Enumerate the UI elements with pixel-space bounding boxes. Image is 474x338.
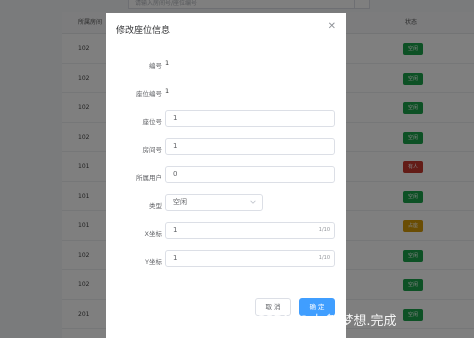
owner-label: 所属用户 — [136, 174, 162, 182]
y-coord-counter: 1/10 — [318, 255, 330, 261]
seat-no-input[interactable]: 1 — [165, 110, 335, 127]
close-icon[interactable]: ✕ — [328, 21, 336, 32]
x-coord-label: X坐标 — [144, 230, 162, 238]
seat-no-value: 1 — [173, 114, 178, 122]
type-value: 空闲 — [173, 198, 187, 206]
y-coord-label: Y坐标 — [145, 258, 162, 266]
room-no-value: 1 — [173, 142, 178, 150]
y-coord-value: 1 — [173, 254, 178, 262]
type-label: 类型 — [149, 202, 162, 210]
x-coord-counter: 1/10 — [318, 227, 330, 233]
type-select[interactable]: 空闲 — [165, 194, 263, 211]
seat-code-value: 1 — [165, 87, 170, 95]
owner-input[interactable]: 0 — [165, 166, 335, 183]
edit-seat-dialog: 修改座位信息 ✕ 编号 1 座位编号 1 座位号 1 房间号 1 所属用户 0 … — [106, 13, 346, 338]
id-value: 1 — [165, 59, 170, 67]
owner-value: 0 — [173, 170, 178, 178]
y-coord-input[interactable]: 1 1/10 — [165, 250, 335, 267]
seat-code-label: 座位编号 — [136, 90, 162, 98]
room-no-label: 房间号 — [142, 146, 163, 154]
x-coord-value: 1 — [173, 226, 178, 234]
seat-no-label: 座位号 — [142, 118, 163, 126]
dialog-title: 修改座位信息 — [116, 26, 171, 36]
id-label: 编号 — [149, 62, 162, 70]
room-no-input[interactable]: 1 — [165, 138, 335, 155]
x-coord-input[interactable]: 1 1/10 — [165, 222, 335, 239]
watermark: CSDN @大多.梦想.完成 — [256, 314, 397, 329]
chevron-down-icon — [250, 200, 256, 204]
